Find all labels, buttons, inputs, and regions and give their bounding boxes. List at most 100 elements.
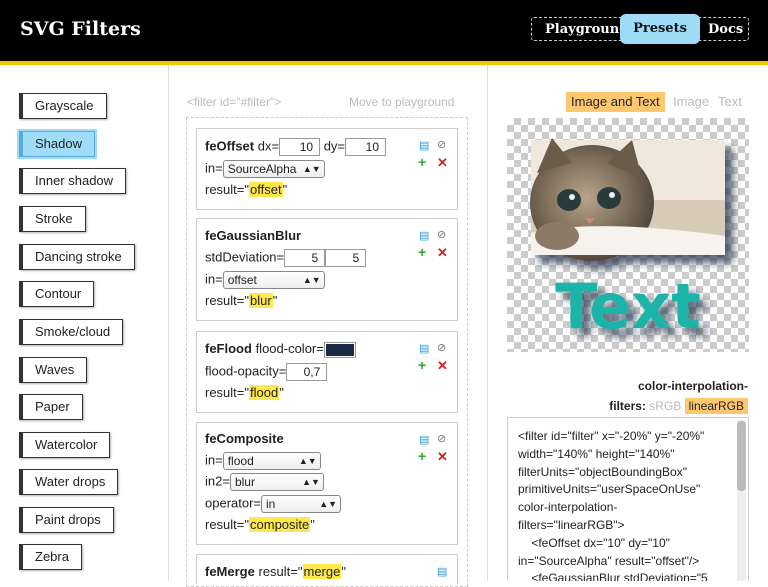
primitive-fegaussianblur: feGaussianBlur stdDeviation= 5 5 in= offset… — [196, 218, 458, 321]
nav-presets[interactable]: Presets — [620, 14, 700, 44]
color-interpolation-control: color-interpolation- filters: sRGB linea… — [590, 376, 748, 416]
in2-select-value: blur — [234, 475, 255, 489]
filter-preview: Text — [507, 118, 749, 352]
operator-label: operator= — [205, 495, 262, 511]
move-to-playground-link[interactable]: Move to playground — [349, 95, 454, 109]
fegaussianblur-name-row: feGaussianBlur — [205, 228, 301, 243]
result-value[interactable]: composite — [249, 517, 311, 532]
primitive-name: feComposite — [205, 431, 284, 446]
in-select[interactable]: flood ▲▼ — [222, 452, 321, 470]
dy-label: dy= — [323, 138, 346, 154]
preset-shadow[interactable]: Shadow — [19, 131, 95, 157]
add-icon[interactable]: + — [418, 448, 426, 464]
delete-icon[interactable]: ✕ — [437, 449, 448, 465]
preset-paper[interactable]: Paper — [19, 394, 83, 420]
filter-id-label: <filter id="#filter"> — [187, 95, 282, 109]
preset-watercolor[interactable]: Watercolor — [19, 432, 111, 458]
result-value[interactable]: offset — [249, 182, 283, 197]
preset-paint-drops[interactable]: Paint drops — [19, 507, 114, 533]
preset-dancing-stroke[interactable]: Dancing stroke — [19, 244, 135, 270]
in2-label: in2= — [205, 473, 230, 489]
fecomposite-in-row: in= flood ▲▼ — [205, 452, 321, 470]
feoffset-in-row: in= SourceAlpha ▲▼ — [205, 160, 325, 178]
hide-eye-icon[interactable]: ⊘ — [437, 138, 446, 151]
filters-label: filters: — [609, 399, 646, 413]
hide-eye-icon[interactable]: ⊘ — [437, 228, 446, 241]
add-icon[interactable]: + — [418, 244, 426, 260]
select-arrows-icon: ▲▼ — [298, 456, 317, 466]
dx-input[interactable]: 10 — [279, 138, 321, 156]
tab-image-and-text[interactable]: Image and Text — [566, 92, 665, 112]
preview-sample-text: Text — [555, 270, 701, 343]
preset-zebra[interactable]: Zebra — [19, 544, 82, 570]
add-icon[interactable]: + — [418, 154, 426, 170]
stddeviation-x-input[interactable]: 5 — [284, 249, 326, 267]
color-swatch — [325, 343, 354, 356]
app-header: SVG Filters Playground Presets Docs — [0, 0, 768, 65]
docs-icon[interactable]: ▤ — [419, 139, 429, 152]
preset-waves[interactable]: Waves — [19, 357, 88, 383]
fegaussianblur-in-row: in= offset ▲▼ — [205, 271, 325, 289]
preset-stroke[interactable]: Stroke — [19, 206, 86, 232]
primitive-name: feFlood — [205, 341, 252, 356]
in-select-value: offset — [227, 273, 257, 287]
nav-docs[interactable]: Docs — [708, 18, 743, 42]
preset-grayscale[interactable]: Grayscale — [19, 93, 107, 119]
femerge-row: feMerge result="merge" — [205, 564, 346, 579]
fecomposite-result-row: result="composite" — [205, 517, 315, 532]
in-select[interactable]: offset ▲▼ — [222, 271, 325, 289]
linearrgb-option[interactable]: linearRGB — [684, 398, 748, 414]
preset-contour[interactable]: Contour — [19, 281, 95, 307]
result-label: result= — [205, 293, 245, 308]
primitive-fecomposite: feComposite in= flood ▲▼ in2= blur ▲▼ operat… — [196, 422, 458, 545]
flood-color-picker[interactable] — [323, 341, 356, 358]
primitive-femerge: feMerge result="merge" ▤ — [196, 554, 458, 584]
color-interpolation-row: filters: sRGB linearRGB — [590, 396, 748, 416]
column-divider-left — [168, 65, 169, 581]
flood-color-label: flood-color= — [255, 341, 324, 356]
hide-eye-icon[interactable]: ⊘ — [437, 341, 446, 354]
docs-icon[interactable]: ▤ — [419, 342, 429, 355]
result-value[interactable]: flood — [249, 385, 280, 400]
result-label: result= — [258, 564, 298, 579]
primitive-name: feOffset — [205, 138, 255, 154]
select-arrows-icon: ▲▼ — [302, 477, 320, 487]
docs-icon[interactable]: ▤ — [419, 433, 429, 446]
delete-icon[interactable]: ✕ — [437, 155, 448, 171]
filter-code-view[interactable]: <filter id="filter" x="-20%" y="-20%" wi… — [507, 417, 749, 581]
in2-select[interactable]: blur ▲▼ — [229, 473, 324, 491]
docs-icon[interactable]: ▤ — [419, 229, 429, 242]
operator-select-value: in — [266, 497, 276, 511]
fecomposite-operator-row: operator= in ▲▼ — [205, 495, 342, 513]
preview-canvas: Text — [530, 138, 725, 343]
preset-inner-shadow[interactable]: Inner shadow — [19, 168, 127, 194]
app-logo[interactable]: SVG Filters — [20, 18, 141, 40]
flood-opacity-label: flood-opacity= — [205, 363, 287, 379]
preset-smoke-cloud[interactable]: Smoke/cloud — [19, 319, 124, 345]
preset-water-drops[interactable]: Water drops — [19, 469, 119, 495]
delete-icon[interactable]: ✕ — [437, 358, 448, 374]
nav-playground[interactable]: Playground — [545, 18, 628, 42]
flood-opacity-input[interactable]: 0,7 — [286, 363, 328, 381]
stddeviation-y-input[interactable]: 5 — [325, 249, 367, 267]
add-icon[interactable]: + — [418, 357, 426, 373]
delete-icon[interactable]: ✕ — [437, 245, 448, 261]
operator-select[interactable]: in ▲▼ — [261, 495, 342, 513]
hide-eye-icon[interactable]: ⊘ — [437, 432, 446, 445]
fegaussianblur-std-row: stdDeviation= 5 5 — [205, 249, 367, 267]
feoffset-params-row: feOffset dx= 10 dy= 10 — [205, 138, 387, 156]
feoffset-result-row: result="offset" — [205, 182, 288, 197]
stddeviation-label: stdDeviation= — [205, 249, 285, 265]
in-select-value: flood — [227, 454, 254, 468]
srgb-option[interactable]: sRGB — [649, 399, 681, 413]
in-select[interactable]: SourceAlpha ▲▼ — [222, 160, 325, 178]
feflood-result-row: result="flood" — [205, 385, 284, 400]
docs-icon[interactable]: ▤ — [437, 565, 447, 578]
result-value[interactable]: merge — [302, 564, 342, 579]
primitive-name: feMerge — [205, 564, 255, 579]
tab-image[interactable]: Image — [673, 92, 709, 112]
result-value[interactable]: blur — [249, 293, 273, 308]
code-scrollbar-thumb[interactable] — [737, 421, 746, 491]
dy-input[interactable]: 10 — [345, 138, 387, 156]
tab-text[interactable]: Text — [718, 92, 742, 112]
